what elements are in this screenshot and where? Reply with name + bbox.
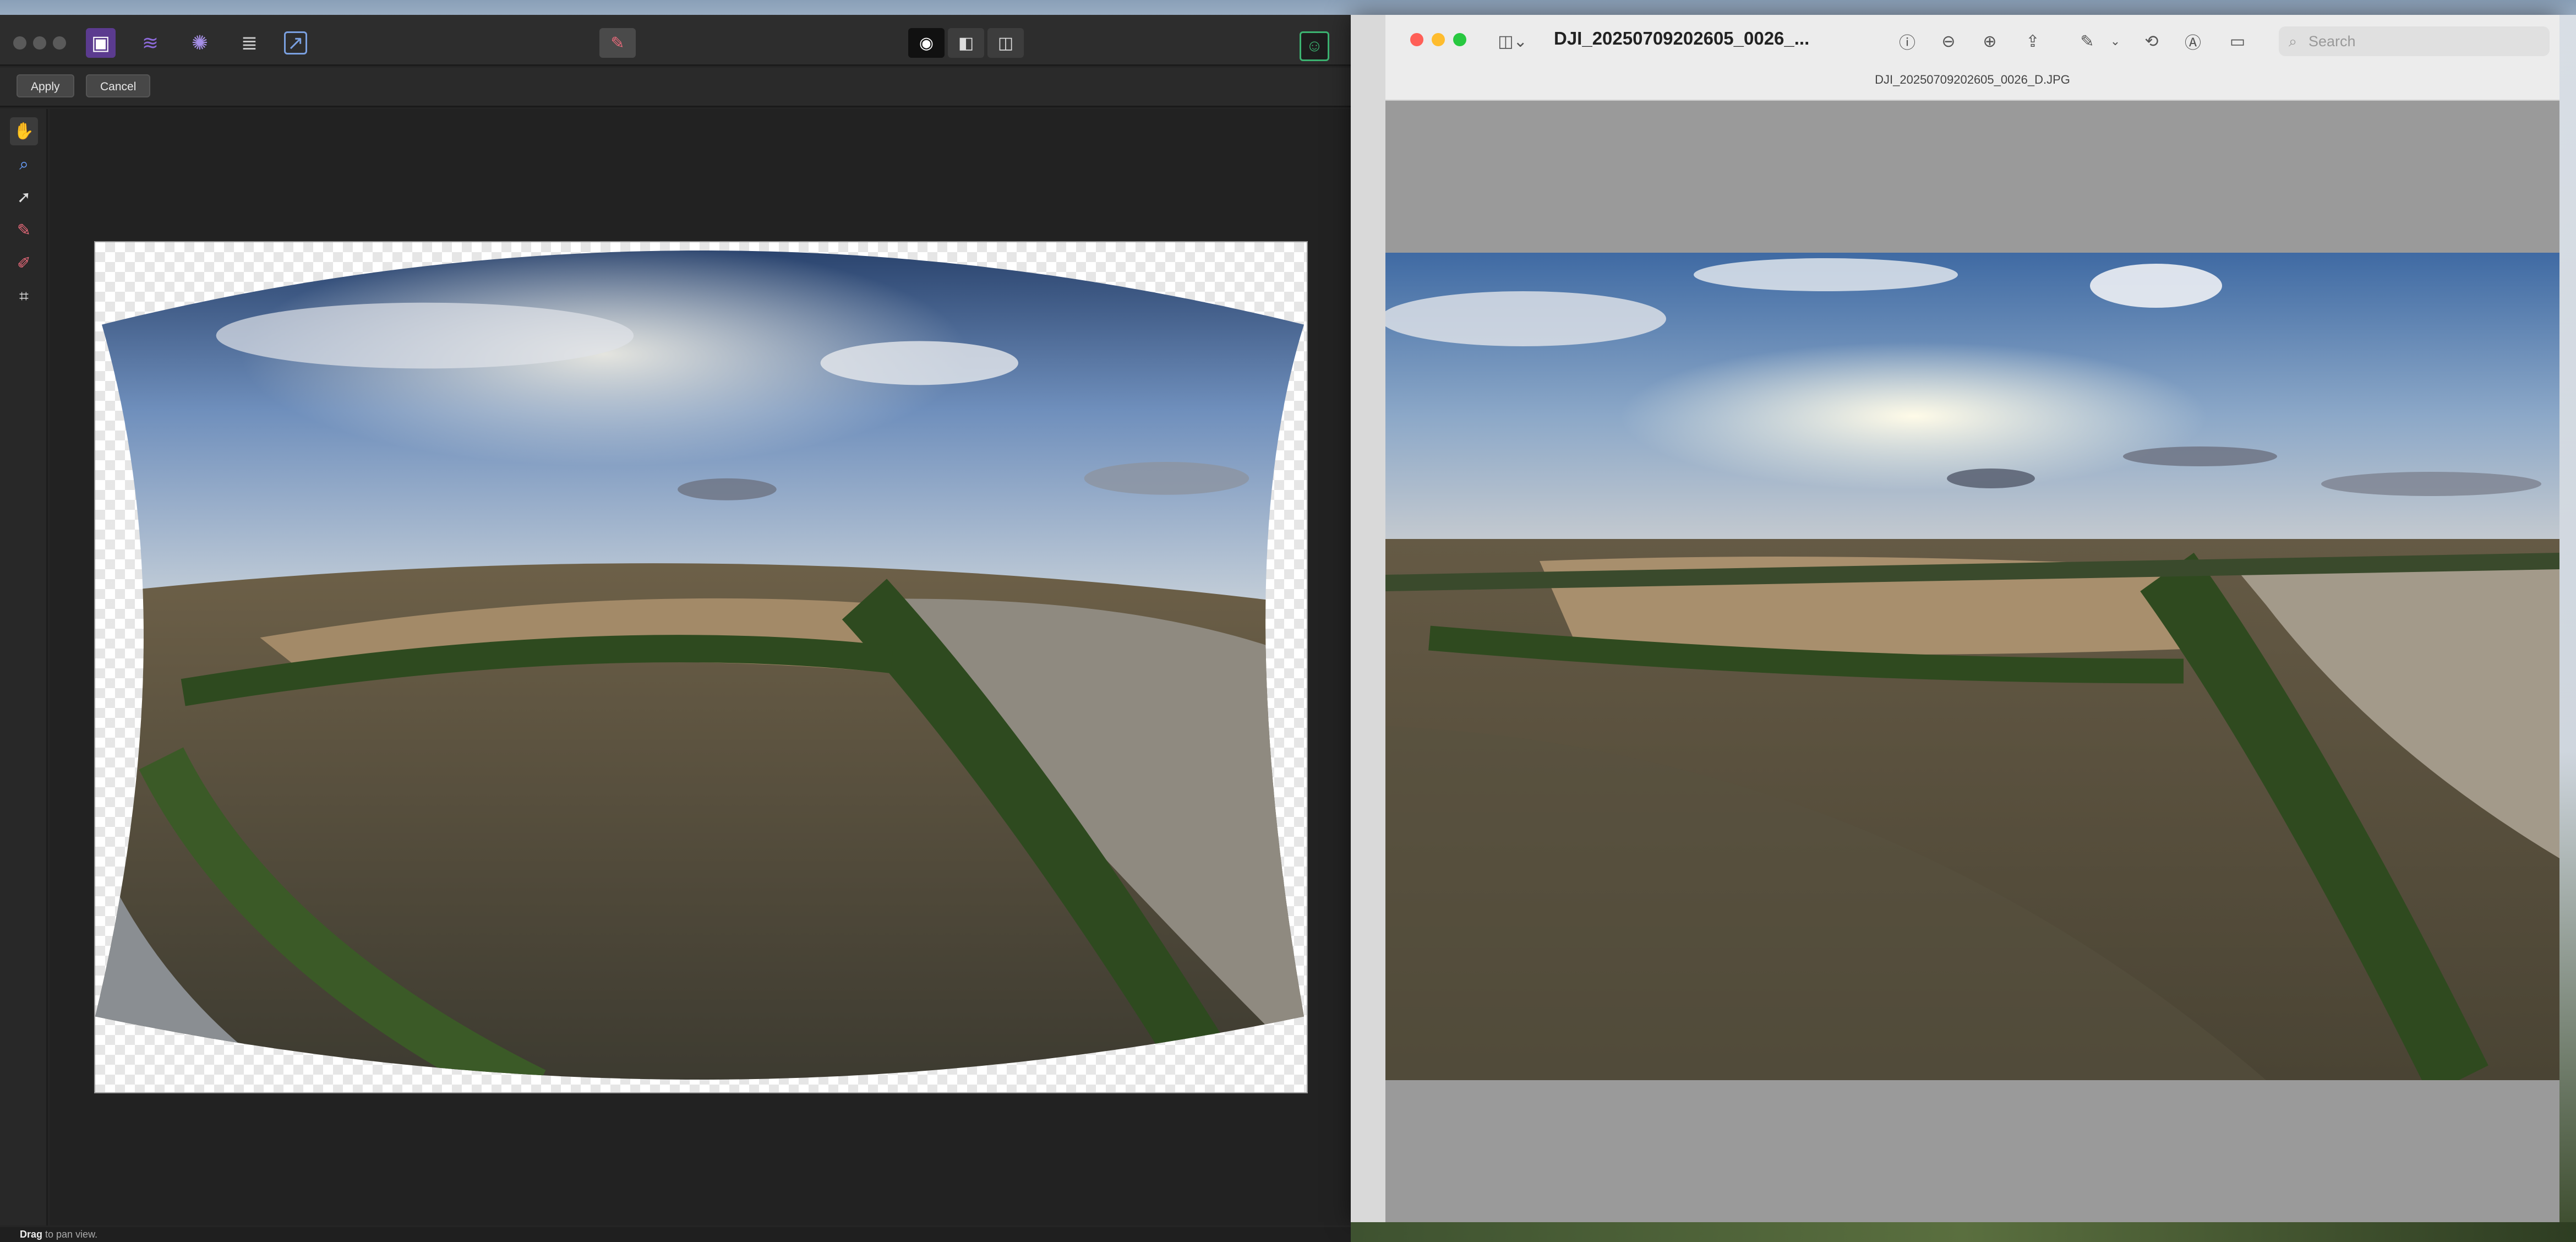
markup-pen-icon[interactable]: ✎ <box>2074 30 2100 53</box>
form-fill-icon[interactable]: ▭ <box>2223 30 2252 53</box>
brush-toolbar-icon[interactable]: ✎ <box>599 28 636 58</box>
hand-icon[interactable]: ✋ <box>10 117 38 145</box>
main-toolbar: ▣ ≋ ✺ ≣ ↗ ✎ ◉ ◧ ◫ ☺ <box>0 15 1351 66</box>
share-icon[interactable]: ⇪ <box>2021 30 2044 53</box>
window-title: DJI_20250709202605_0026_... <box>1554 28 1810 48</box>
chevron-down-icon[interactable]: ⌄ <box>2107 30 2124 53</box>
zoom-button[interactable] <box>1453 33 1466 46</box>
apply-button[interactable]: Apply <box>17 74 74 97</box>
status-bold-text: Drag <box>20 1229 43 1240</box>
desktop-wallpaper-strip <box>1351 1222 2576 1242</box>
context-toolbar: Apply Cancel <box>0 68 1351 107</box>
search-placeholder: Search <box>2308 33 2356 50</box>
document-canvas[interactable] <box>50 109 1351 1225</box>
background-window-peek <box>2559 15 2576 1242</box>
minimize-button[interactable] <box>1432 33 1445 46</box>
info-icon[interactable]: ⓘ <box>1896 30 1919 53</box>
brush-icon[interactable]: ✎ <box>10 216 38 244</box>
view-mirror-icon[interactable]: ◫ <box>987 28 1024 58</box>
view-mode-group: ◉ ◧ ◫ <box>908 28 1024 58</box>
develop-persona-icon[interactable]: ✺ <box>185 28 215 58</box>
rotate-icon[interactable]: ⟲ <box>2140 30 2163 53</box>
window-controls <box>1410 33 1466 46</box>
photo-persona-icon[interactable]: ▣ <box>86 28 116 58</box>
tools-panel: ✋ ⌕ ➚ ✎ ✐ ⌗ <box>0 109 48 1225</box>
tone-mapping-persona-icon[interactable]: ≣ <box>234 28 264 58</box>
view-split-icon[interactable]: ◧ <box>948 28 984 58</box>
status-bar: Drag to pan view. <box>0 1227 1351 1242</box>
minimize-dot[interactable] <box>33 36 46 50</box>
eraser-icon[interactable]: ✐ <box>10 249 38 277</box>
export-persona-icon[interactable]: ↗ <box>284 31 307 55</box>
crop-icon[interactable]: ⌗ <box>10 282 38 310</box>
affinity-window: ▣ ≋ ✺ ≣ ↗ ✎ ◉ ◧ ◫ ☺ Apply Cancel ✋ ⌕ ➚ ✎… <box>0 15 1351 1242</box>
finder-sidebar-peek <box>1351 15 1387 1222</box>
zoom-out-icon[interactable]: ⊖ <box>1937 30 1960 53</box>
preview-titlebar: ◫⌄ DJI_20250709202605_0026_... ⓘ ⊖ ⊕ ⇪ ✎… <box>1385 15 2559 101</box>
liquify-persona-icon[interactable]: ≋ <box>135 28 165 58</box>
zoom-in-icon[interactable]: ⊕ <box>1978 30 2001 53</box>
preview-image[interactable] <box>1385 253 2559 1080</box>
lens-corrected-image[interactable] <box>94 241 1308 1093</box>
search-field[interactable]: ⌕ Search <box>2279 26 2550 56</box>
preview-window: ◫⌄ DJI_20250709202605_0026_... ⓘ ⊖ ⊕ ⇪ ✎… <box>1385 15 2559 1222</box>
file-name-label: DJI_20250709202605_0026_D.JPG <box>1875 73 2070 86</box>
window-controls-inactive[interactable] <box>13 36 66 50</box>
close-button[interactable] <box>1410 33 1423 46</box>
search-icon: ⌕ <box>2289 33 2297 50</box>
status-text: to pan view. <box>42 1229 98 1240</box>
close-dot[interactable] <box>13 36 26 50</box>
view-single-icon[interactable]: ◉ <box>908 28 945 58</box>
sidebar-toggle-icon[interactable]: ◫⌄ <box>1493 30 1532 53</box>
account-icon[interactable]: ☺ <box>1300 31 1329 61</box>
preview-app: ◫⌄ DJI_20250709202605_0026_... ⓘ ⊖ ⊕ ⇪ ✎… <box>1351 15 2559 1222</box>
move-icon[interactable]: ➚ <box>10 183 38 211</box>
warped-photo <box>95 250 1305 1080</box>
zoom-dot[interactable] <box>53 36 66 50</box>
markup-icon[interactable]: Ⓐ <box>2181 30 2204 53</box>
cancel-button[interactable]: Cancel <box>86 74 151 97</box>
zoom-icon[interactable]: ⌕ <box>10 150 38 178</box>
aerial-photo <box>1385 253 2559 1080</box>
